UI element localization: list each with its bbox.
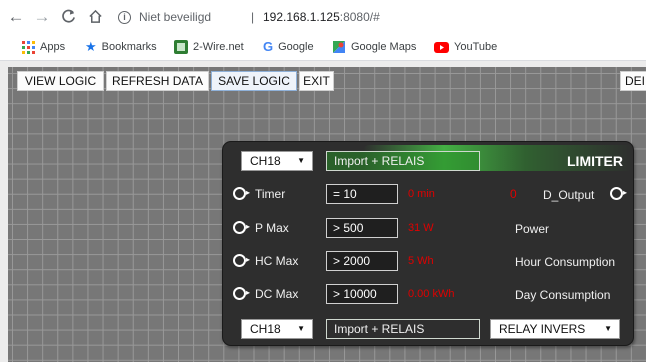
bottom-source-field[interactable]: Import + RELAIS [326, 319, 480, 339]
hour-consumption-readout: 5 Wh [408, 255, 434, 267]
day-consumption-label: Day Consumption [515, 288, 611, 302]
port-arrow-icon: ▸ [246, 255, 251, 264]
url-path: :8080/# [339, 10, 380, 24]
bookmark-apps[interactable]: Apps [22, 39, 65, 55]
timer-input[interactable]: = 10 [326, 184, 398, 204]
view-logic-button[interactable]: VIEW LOGIC [17, 71, 104, 91]
reload-icon[interactable] [58, 7, 78, 27]
dropdown-caret-icon: ▼ [604, 324, 612, 333]
p-max-input-port-icon[interactable] [233, 221, 246, 234]
power-label: Power [515, 222, 550, 236]
bookmark-google-label: Google [278, 41, 314, 53]
limiter-node[interactable]: CH18 ▼ Import + RELAIS LIMITER ▸ Timer =… [222, 141, 634, 346]
timer-row: ▸ Timer = 10 0 min 0 D_Output ▸ [223, 183, 635, 205]
top-source-field[interactable]: Import + RELAIS [326, 151, 480, 171]
port-arrow-icon: ▸ [246, 222, 251, 231]
port-arrow-icon: ▸ [623, 188, 628, 197]
dc-max-input-port-icon[interactable] [233, 287, 246, 300]
hc-max-input[interactable]: > 2000 [326, 251, 398, 271]
p-max-label: P Max [255, 221, 289, 235]
bookmark-google-maps[interactable]: Google Maps [332, 39, 416, 55]
delete-button[interactable]: DEI [620, 71, 646, 91]
apps-grid-icon [22, 40, 35, 54]
bookmark-2wire[interactable]: 2-Wire.net [174, 39, 244, 55]
refresh-data-button[interactable]: REFRESH DATA [106, 71, 209, 91]
d-output-value: 0 [510, 187, 517, 201]
timer-input-port-icon[interactable] [233, 187, 246, 200]
timer-readout: 0 min [408, 188, 435, 200]
bookmark-bookmarks-label: Bookmarks [101, 41, 157, 53]
relay-mode-value: RELAY INVERS [499, 322, 586, 336]
bookmark-bookmarks[interactable]: ★ Bookmarks [85, 39, 157, 55]
power-readout: 31 W [408, 222, 434, 234]
exit-button[interactable]: EXIT [299, 71, 334, 91]
page-content: VIEW LOGIC REFRESH DATA SAVE LOGIC EXIT … [0, 61, 646, 362]
forward-arrow-icon[interactable]: → [32, 7, 52, 27]
security-status: Niet beveiligd [139, 10, 212, 24]
p-max-input[interactable]: > 500 [326, 218, 398, 238]
bottom-channel-select[interactable]: CH18 ▼ [241, 319, 313, 339]
hc-max-label: HC Max [255, 254, 299, 268]
relay-mode-select[interactable]: RELAY INVERS ▼ [490, 319, 620, 339]
youtube-icon [434, 41, 449, 53]
url-host: 192.168.1.125 [263, 10, 340, 24]
bookmark-youtube[interactable]: YouTube [434, 39, 497, 55]
bookmarks-bar: Apps ★ Bookmarks 2-Wire.net G Google Googl… [0, 34, 646, 60]
d-output-port-icon[interactable] [610, 187, 623, 200]
browser-toolbar: ← → i Niet beveiligd | 192.168.1.125:808… [0, 0, 646, 34]
top-channel-value: CH18 [250, 154, 281, 168]
google-g-icon: G [263, 39, 274, 55]
address-bar[interactable]: i Niet beveiligd | 192.168.1.125:8080/# [112, 5, 646, 30]
p-max-row: ▸ P Max > 500 31 W Power [223, 217, 635, 239]
bookmark-apps-label: Apps [40, 41, 66, 53]
hc-max-row: ▸ HC Max > 2000 5 Wh Hour Consumption [223, 250, 635, 272]
dc-max-row: ▸ DC Max > 10000 0.00 kWh Day Consumptio… [223, 283, 635, 305]
port-arrow-icon: ▸ [246, 288, 251, 297]
dc-max-label: DC Max [255, 287, 299, 301]
bookmark-youtube-label: YouTube [454, 41, 498, 53]
dc-max-input[interactable]: > 10000 [326, 284, 398, 304]
node-title: LIMITER [567, 153, 623, 169]
bookmark-google[interactable]: G Google [263, 39, 314, 55]
day-consumption-readout: 0.00 kWh [408, 288, 455, 300]
hour-consumption-label: Hour Consumption [515, 255, 616, 269]
save-logic-button[interactable]: SAVE LOGIC [211, 71, 297, 91]
timer-label: Timer [255, 187, 286, 201]
url-separator: | [251, 10, 255, 24]
dropdown-caret-icon: ▼ [297, 156, 305, 165]
top-channel-select[interactable]: CH18 ▼ [241, 151, 313, 171]
info-icon[interactable]: i [118, 11, 131, 24]
d-output-label: D_Output [543, 188, 595, 202]
hc-max-input-port-icon[interactable] [233, 254, 246, 267]
home-icon[interactable] [85, 7, 105, 27]
2wire-logo-icon [174, 40, 188, 55]
bookmark-2wire-label: 2-Wire.net [193, 41, 244, 53]
star-icon: ★ [85, 39, 97, 55]
port-arrow-icon: ▸ [246, 188, 251, 197]
url-text: 192.168.1.125:8080/# [263, 5, 380, 30]
dropdown-caret-icon: ▼ [297, 324, 305, 333]
bookmark-google-maps-label: Google Maps [351, 41, 417, 53]
back-arrow-icon[interactable]: ← [6, 7, 26, 27]
google-maps-icon [333, 41, 345, 54]
bottom-channel-value: CH18 [250, 322, 281, 336]
